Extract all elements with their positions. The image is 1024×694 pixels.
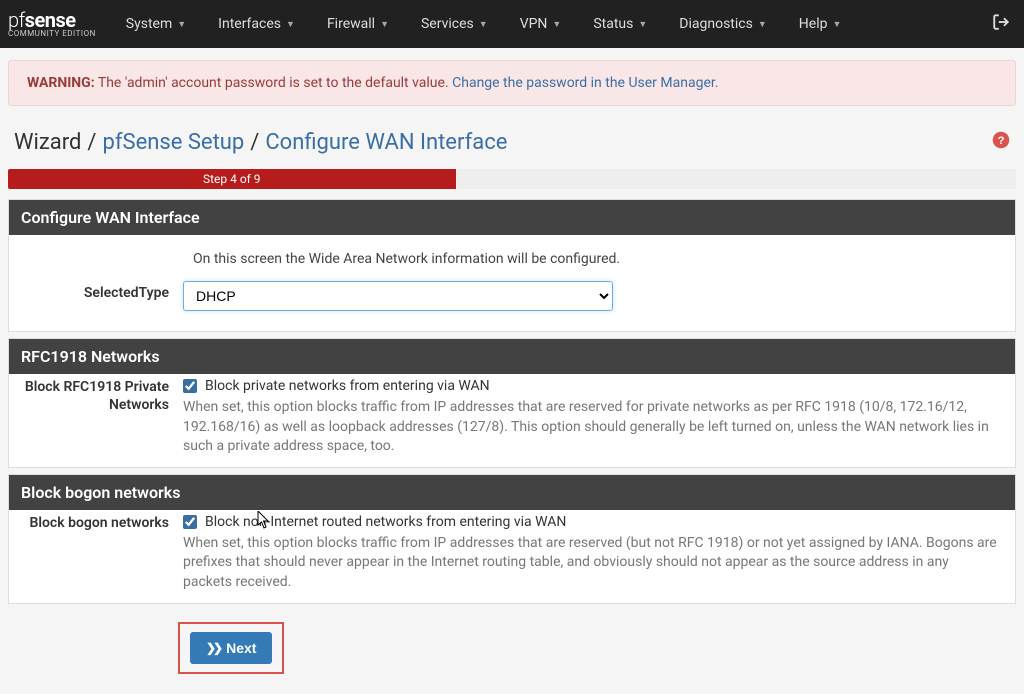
progress-label: Step 4 of 9 [203, 172, 261, 186]
alert-text: The 'admin' account password is set to t… [95, 75, 452, 91]
nav-status[interactable]: Status▼ [577, 2, 663, 46]
alert-link[interactable]: Change the password in the User Manager. [452, 75, 718, 91]
chevron-down-icon: ▼ [177, 19, 186, 30]
logo[interactable]: pfsense COMMUNITY EDITION [8, 10, 110, 38]
panel-description: On this screen the Wide Area Network inf… [23, 245, 1001, 281]
panel-title: Block bogon networks [9, 475, 1015, 510]
nav-firewall[interactable]: Firewall▼ [311, 2, 405, 46]
next-button-label: Next [226, 640, 256, 656]
panel-bogon: Block bogon networks Block bogon network… [8, 474, 1016, 604]
panel-configure-wan: Configure WAN Interface On this screen t… [8, 199, 1016, 332]
rfc1918-help: When set, this option blocks traffic fro… [183, 398, 1001, 457]
next-highlight: ❯❯ Next [178, 622, 284, 674]
top-navbar: pfsense COMMUNITY EDITION System▼ Interf… [0, 0, 1024, 48]
bogon-label: Block bogon networks [23, 514, 183, 532]
nav-interfaces[interactable]: Interfaces▼ [202, 2, 311, 46]
alert-prefix: WARNING: [27, 75, 95, 91]
rfc1918-label: Block RFC1918 Private Networks [23, 378, 183, 414]
chevron-down-icon: ▼ [380, 19, 389, 30]
bogon-help: When set, this option blocks traffic fro… [183, 534, 1001, 593]
panel-rfc1918: RFC1918 Networks Block RFC1918 Private N… [8, 338, 1016, 468]
selectedtype-select[interactable]: DHCP [183, 281, 613, 311]
chevron-down-icon: ▼ [832, 19, 841, 30]
breadcrumb-sep: / [87, 130, 96, 155]
help-icon[interactable]: ? [992, 131, 1010, 154]
rfc1918-checkbox[interactable] [183, 379, 197, 393]
bogon-checkbox-text: Block non-Internet routed networks from … [205, 514, 566, 530]
bogon-checkbox[interactable] [183, 515, 197, 529]
progress-bar: Step 4 of 9 [8, 169, 1016, 189]
breadcrumb-mid[interactable]: pfSense Setup [103, 130, 245, 155]
selectedtype-label: SelectedType [23, 281, 183, 301]
chevron-down-icon: ▼ [552, 19, 561, 30]
warning-alert: WARNING: The 'admin' account password is… [8, 60, 1016, 106]
button-row: ❯❯ Next [4, 610, 1020, 694]
progress-fill: Step 4 of 9 [8, 169, 456, 189]
logo-subtitle: COMMUNITY EDITION [8, 30, 96, 38]
nav-help[interactable]: Help▼ [783, 2, 858, 46]
next-button[interactable]: ❯❯ Next [190, 632, 272, 664]
breadcrumb: Wizard / pfSense Setup / Configure WAN I… [4, 122, 1020, 169]
svg-text:?: ? [998, 135, 1005, 147]
panel-title: RFC1918 Networks [9, 339, 1015, 374]
panel-title: Configure WAN Interface [9, 200, 1015, 235]
chevron-down-icon: ▼ [479, 19, 488, 30]
nav-vpn[interactable]: VPN▼ [504, 2, 578, 46]
chevron-down-icon: ▼ [286, 19, 295, 30]
chevron-right-icon: ❯❯ [206, 641, 220, 655]
chevron-down-icon: ▼ [638, 19, 647, 30]
logout-icon[interactable] [992, 13, 1016, 36]
breadcrumb-sep: / [250, 130, 259, 155]
nav-diagnostics[interactable]: Diagnostics▼ [663, 2, 782, 46]
breadcrumb-root: Wizard [14, 130, 81, 155]
rfc1918-checkbox-text: Block private networks from entering via… [205, 378, 490, 394]
breadcrumb-leaf[interactable]: Configure WAN Interface [265, 130, 507, 155]
nav-items: System▼ Interfaces▼ Firewall▼ Services▼ … [110, 2, 992, 46]
nav-system[interactable]: System▼ [110, 2, 202, 46]
chevron-down-icon: ▼ [758, 19, 767, 30]
nav-services[interactable]: Services▼ [405, 2, 504, 46]
